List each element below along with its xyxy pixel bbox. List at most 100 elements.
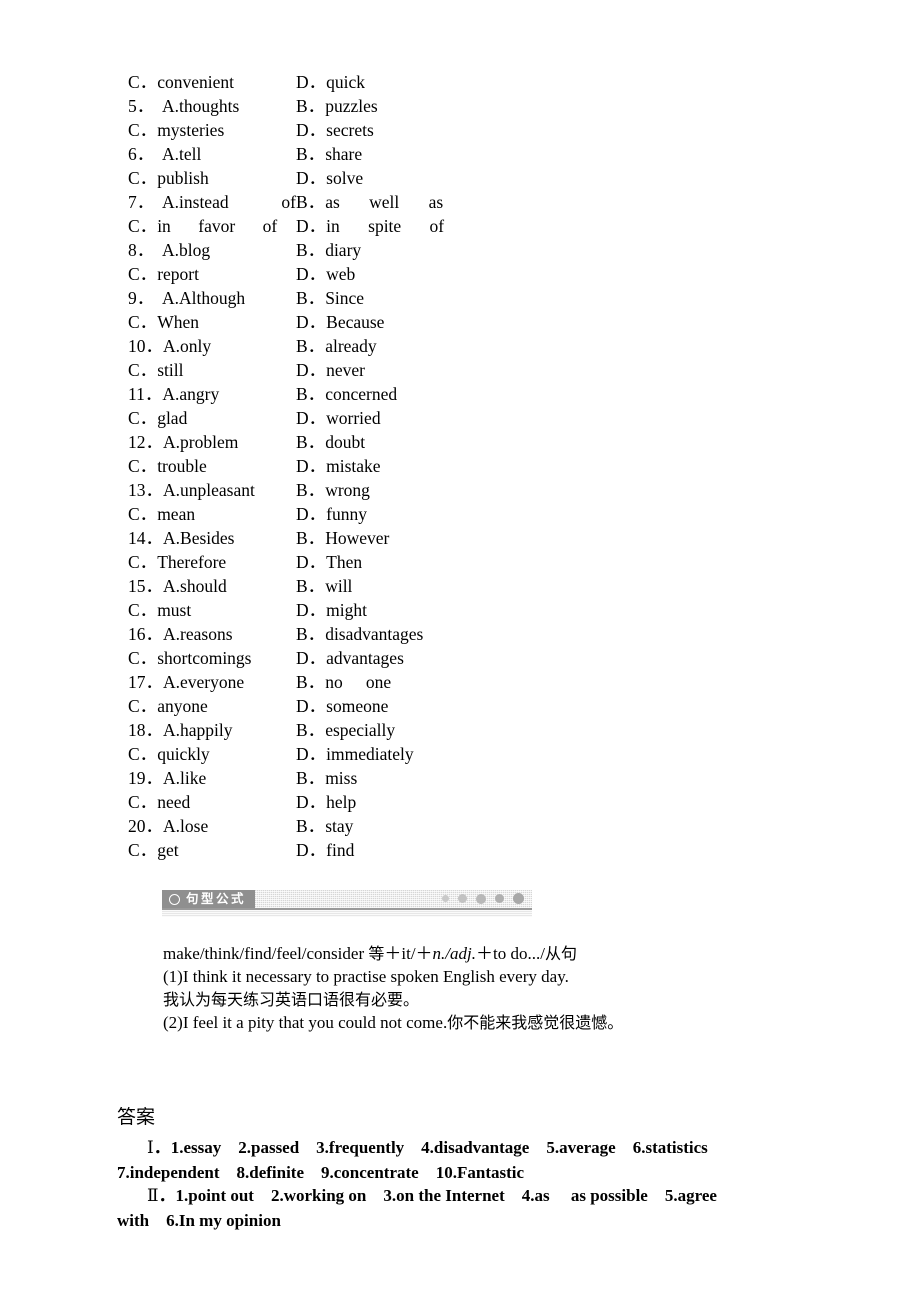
option-text[interactable]: shortcomings (157, 646, 251, 670)
option-letter: C． (128, 120, 158, 140)
choice-cell-right: B． Since (296, 286, 558, 310)
option-text[interactable]: funny (326, 502, 367, 526)
option-text[interactable]: someone (326, 694, 388, 718)
option-text[interactable]: mistake (326, 454, 380, 478)
option-text[interactable]: get (157, 838, 178, 862)
option-text[interactable]: happily (180, 718, 233, 742)
answer-line-3-text: ．1.point out 2.working on 3.on the Inter… (158, 1186, 717, 1205)
option-text[interactable]: no one (325, 670, 391, 694)
answer-line-4: with 6.In my opinion (117, 1210, 281, 1230)
option-letter: A. (163, 528, 181, 548)
option-text[interactable]: mean (157, 502, 195, 526)
option-letter: A. (163, 432, 181, 452)
option-text[interactable]: problem (180, 430, 238, 454)
option-text[interactable]: worried (326, 406, 380, 430)
option-text[interactable]: only (180, 334, 211, 358)
option-text[interactable]: Then (326, 550, 362, 574)
option-text[interactable]: reasons (180, 622, 232, 646)
choice-cell-right: D． secrets (296, 118, 558, 142)
option-letter: D． (296, 600, 327, 620)
option-text[interactable]: Since (325, 286, 364, 310)
choice-cell-left: C． shortcomings (128, 646, 296, 670)
option-text[interactable]: in spite of (326, 214, 444, 238)
option-text[interactable]: Therefore (157, 550, 226, 574)
option-text[interactable]: help (326, 790, 356, 814)
option-text[interactable]: concerned (325, 382, 397, 406)
option-text[interactable]: wrong (325, 478, 370, 502)
option-text[interactable]: anyone (157, 694, 208, 718)
option-letter: A. (162, 96, 180, 116)
choice-cell-right: B． diary (296, 238, 558, 262)
option-text[interactable]: like (180, 766, 206, 790)
option-text[interactable]: stay (325, 814, 353, 838)
option-text[interactable]: However (325, 526, 389, 550)
option-letter: A. (162, 240, 180, 260)
option-text[interactable]: need (157, 790, 190, 814)
choice-row: 18． A. happily B． especially (128, 718, 558, 742)
option-text[interactable]: in favor of (157, 214, 277, 238)
option-text[interactable]: blog (179, 238, 210, 262)
option-text[interactable]: still (157, 358, 183, 382)
option-text[interactable]: immediately (326, 742, 413, 766)
option-text[interactable]: puzzles (325, 94, 377, 118)
option-text[interactable]: especially (325, 718, 395, 742)
option-text[interactable]: Because (326, 310, 384, 334)
option-text[interactable]: should (180, 574, 227, 598)
option-text[interactable]: everyone (180, 670, 244, 694)
question-number: 15． (128, 576, 163, 596)
option-text[interactable]: share (325, 142, 362, 166)
choice-cell-left: 19． A. like (128, 766, 296, 790)
option-text[interactable]: unpleasant (180, 478, 255, 502)
option-text[interactable]: never (326, 358, 365, 382)
option-letter: C． (128, 360, 158, 380)
option-letter: D． (296, 552, 327, 572)
question-number: 11． (128, 384, 163, 404)
option-text[interactable]: thoughts (179, 94, 239, 118)
question-number: 17． (128, 672, 163, 692)
option-letter: D． (296, 456, 327, 476)
option-text[interactable]: disadvantages (325, 622, 423, 646)
question-number: 8． (128, 240, 155, 260)
option-text[interactable]: instead of (179, 190, 296, 214)
option-letter: B． (296, 624, 326, 644)
pattern-verbs: make/think/find/feel/consider (163, 944, 369, 963)
choice-cell-left: 9． A. Although (128, 286, 296, 310)
option-text[interactable]: trouble (157, 454, 207, 478)
option-text[interactable]: quick (326, 70, 365, 94)
roman-numeral-1: Ⅰ (147, 1138, 154, 1158)
option-text[interactable]: web (326, 262, 355, 286)
option-text[interactable]: doubt (325, 430, 365, 454)
option-text[interactable]: already (325, 334, 377, 358)
option-text[interactable]: solve (326, 166, 363, 190)
option-letter: B． (296, 720, 326, 740)
option-text[interactable]: must (157, 598, 191, 622)
option-text[interactable]: tell (179, 142, 201, 166)
option-text[interactable]: advantages (326, 646, 404, 670)
option-letter: D． (296, 168, 327, 188)
option-text[interactable]: find (326, 838, 354, 862)
option-text[interactable]: When (157, 310, 199, 334)
option-text[interactable]: convenient (157, 70, 234, 94)
option-text[interactable]: lose (180, 814, 208, 838)
option-text[interactable]: glad (157, 406, 187, 430)
choice-row: C． Therefore D． Then (128, 550, 558, 574)
option-text[interactable]: Besides (180, 526, 234, 550)
option-text[interactable]: miss (325, 766, 357, 790)
option-letter: D． (296, 120, 327, 140)
option-text[interactable]: will (325, 574, 352, 598)
option-text[interactable]: mysteries (157, 118, 224, 142)
option-text[interactable]: publish (157, 166, 209, 190)
option-letter: A. (163, 336, 181, 356)
option-text[interactable]: secrets (326, 118, 374, 142)
option-text[interactable]: as well as (325, 190, 443, 214)
option-text[interactable]: angry (179, 382, 219, 406)
choice-row: C． must D． might (128, 598, 558, 622)
option-text[interactable]: might (326, 598, 367, 622)
option-text[interactable]: Although (179, 286, 245, 310)
question-number: 14． (128, 528, 163, 548)
option-text[interactable]: diary (325, 238, 361, 262)
option-letter: B． (296, 288, 326, 308)
decorative-dot-icon (476, 893, 486, 904)
option-text[interactable]: report (157, 262, 199, 286)
option-text[interactable]: quickly (157, 742, 210, 766)
